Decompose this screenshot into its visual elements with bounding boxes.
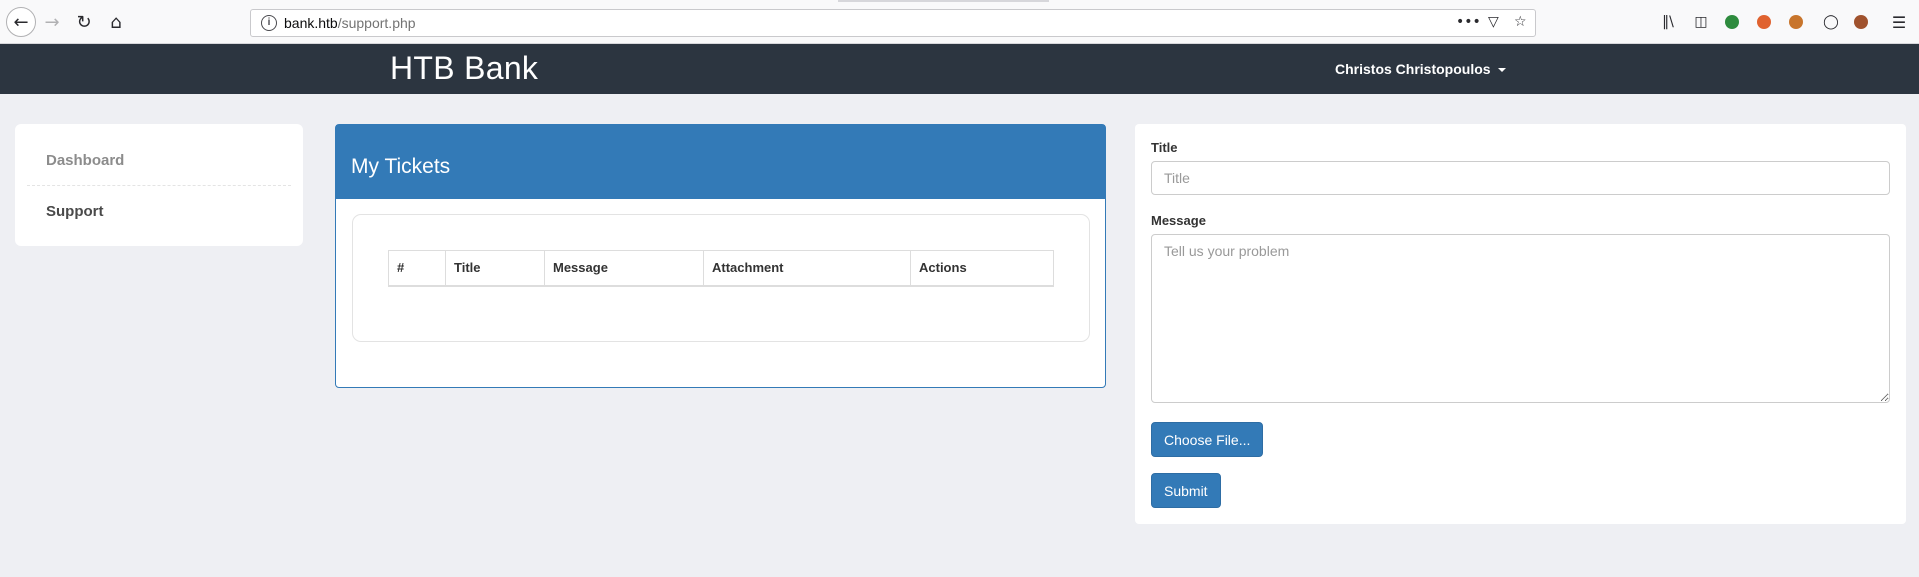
ticket-form: Title Message Choose File... Submit bbox=[1135, 124, 1906, 524]
sidebar: Dashboard Support bbox=[15, 124, 303, 246]
more-icon[interactable]: ••• bbox=[1456, 14, 1481, 30]
extension-icon[interactable] bbox=[1725, 15, 1739, 29]
column-header-message: Message bbox=[544, 250, 704, 287]
panel-heading: My Tickets bbox=[336, 125, 1105, 199]
column-header-number: # bbox=[388, 250, 446, 287]
home-icon[interactable]: ⌂ bbox=[102, 8, 130, 36]
bookmark-star-icon[interactable]: ☆ bbox=[1514, 14, 1527, 30]
extension-icon[interactable] bbox=[1757, 15, 1771, 29]
choose-file-button[interactable]: Choose File... bbox=[1151, 422, 1264, 457]
browser-toolbar: ← → ↻ ⌂ i bank.htb/support.php ••• ▽ ☆ ‖… bbox=[0, 0, 1919, 44]
column-header-attachment: Attachment bbox=[703, 250, 911, 287]
title-label: Title bbox=[1151, 140, 1178, 155]
reload-icon[interactable]: ↻ bbox=[70, 8, 98, 36]
cookie-icon[interactable] bbox=[1854, 15, 1868, 29]
message-label: Message bbox=[1151, 213, 1206, 228]
message-textarea[interactable] bbox=[1151, 234, 1890, 403]
table-header-row: # Title Message Attachment Actions bbox=[388, 250, 1054, 287]
submit-button[interactable]: Submit bbox=[1151, 473, 1221, 508]
divider bbox=[27, 185, 291, 186]
column-header-actions: Actions bbox=[910, 250, 1054, 287]
url-path: /support.php bbox=[337, 15, 416, 31]
tickets-table: # Title Message Attachment Actions bbox=[388, 250, 1054, 287]
library-icon[interactable]: ‖\ bbox=[1659, 13, 1677, 31]
tab-divider bbox=[838, 0, 1048, 2]
url-text: bank.htb/support.php bbox=[284, 15, 416, 31]
cookie-icon[interactable] bbox=[1789, 15, 1803, 29]
url-host: bank.htb bbox=[284, 15, 338, 31]
caret-down-icon bbox=[1497, 68, 1506, 73]
menu-icon[interactable]: ☰ bbox=[1890, 13, 1908, 32]
navbar: HTB Bank Christos Christopoulos bbox=[0, 44, 1919, 94]
user-name: Christos Christopoulos bbox=[1335, 61, 1491, 77]
tab-divider bbox=[1048, 0, 1049, 2]
pocket-icon[interactable]: ▽ bbox=[1488, 14, 1499, 30]
sidebar-item-support[interactable]: Support bbox=[46, 203, 104, 220]
brand-title[interactable]: HTB Bank bbox=[390, 50, 538, 87]
title-input[interactable] bbox=[1151, 161, 1890, 195]
panel-title: My Tickets bbox=[351, 155, 451, 178]
tickets-table-wrapper: # Title Message Attachment Actions bbox=[352, 214, 1090, 342]
address-bar[interactable]: i bank.htb/support.php ••• ▽ ☆ bbox=[250, 9, 1536, 37]
info-icon[interactable]: i bbox=[261, 15, 277, 31]
forward-icon[interactable]: → bbox=[38, 8, 66, 36]
user-menu[interactable]: Christos Christopoulos bbox=[1335, 61, 1506, 77]
account-icon[interactable]: ◯ bbox=[1822, 13, 1840, 31]
column-header-title: Title bbox=[445, 250, 545, 287]
tickets-panel: My Tickets # Title Message Attachment Ac… bbox=[335, 124, 1106, 388]
back-icon[interactable]: ← bbox=[6, 7, 36, 37]
sidebar-item-dashboard[interactable]: Dashboard bbox=[46, 152, 124, 169]
sidebar-icon[interactable]: ◫ bbox=[1692, 13, 1710, 31]
